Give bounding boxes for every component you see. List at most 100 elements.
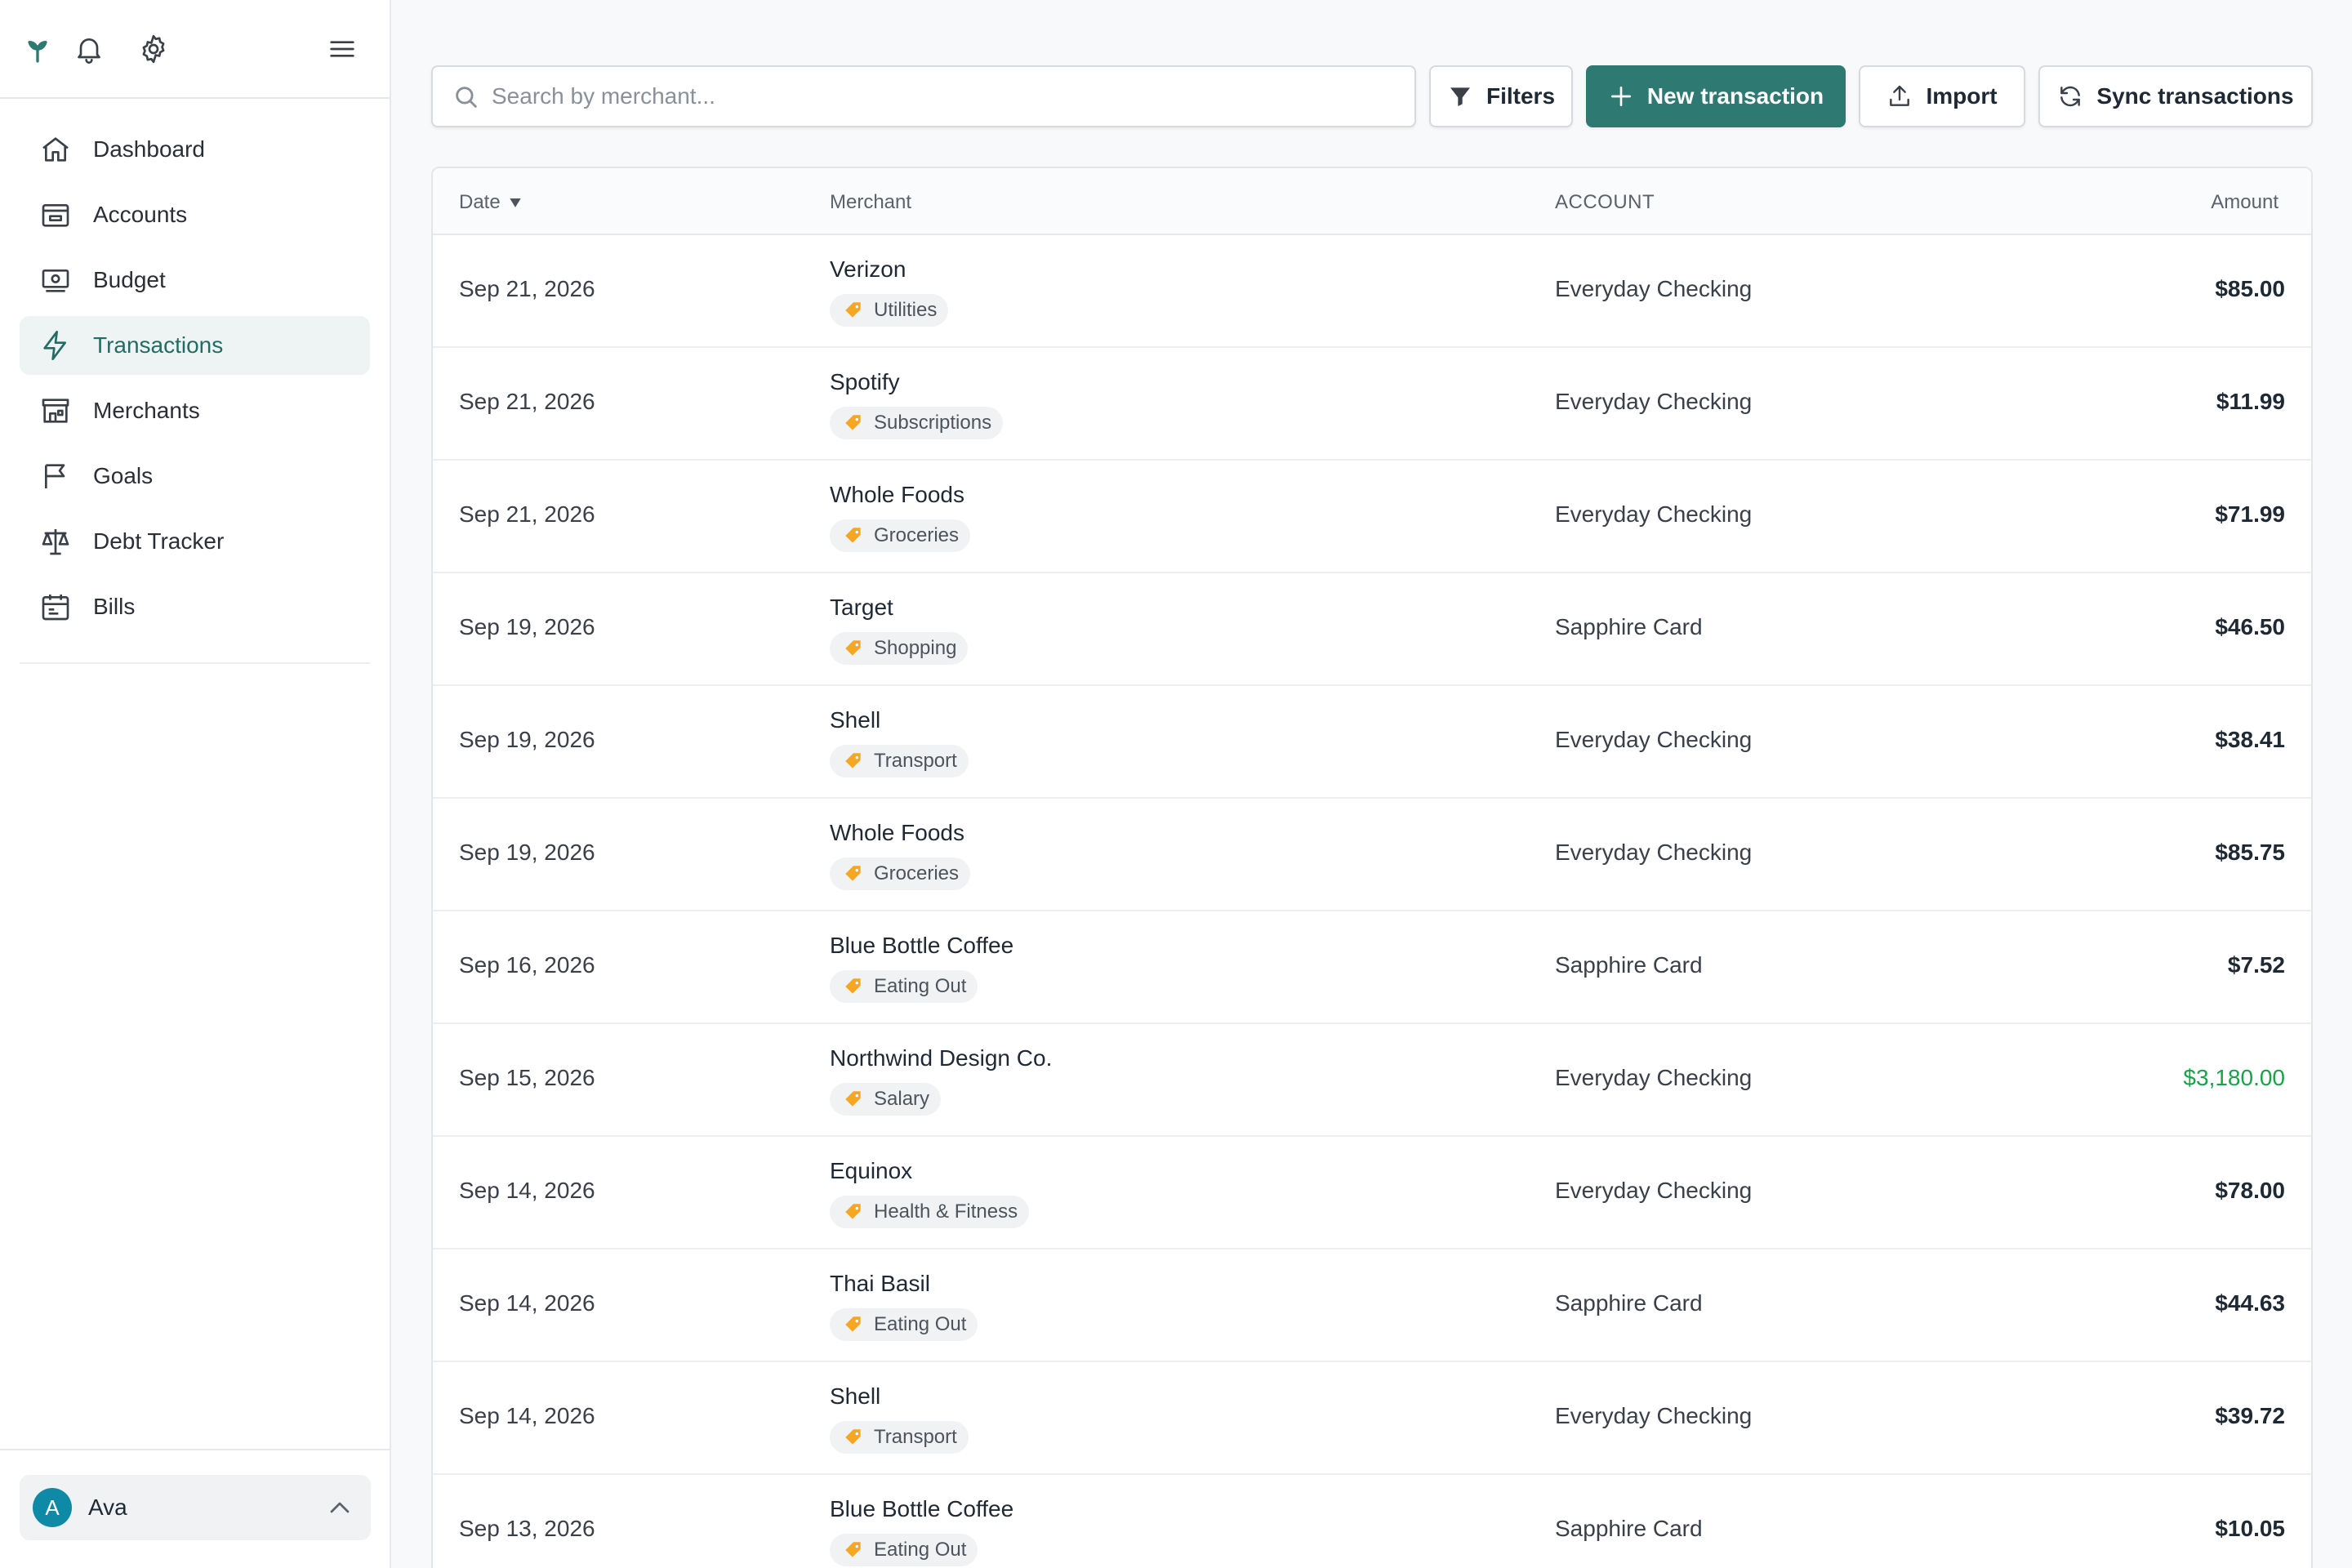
table-row[interactable]: Sep 14, 2026 Equinox Health & Fitness Every… bbox=[433, 1137, 2311, 1250]
category-tag[interactable]: Utilities bbox=[830, 294, 949, 327]
merchant-name[interactable]: Thai Basil bbox=[830, 1271, 978, 1300]
category-label: Shopping bbox=[874, 637, 957, 659]
merchant-name[interactable]: Verizon bbox=[830, 256, 948, 286]
category-tag[interactable]: Shopping bbox=[830, 632, 969, 665]
merchant-name[interactable]: Target bbox=[830, 595, 968, 624]
filters-button[interactable]: Filters bbox=[1429, 65, 1573, 127]
table-row[interactable]: Sep 19, 2026 Shell Transport Everyday Check… bbox=[433, 686, 2311, 799]
banknote-icon bbox=[42, 270, 69, 292]
account-name: Everyday Checking bbox=[1555, 1065, 1753, 1090]
transaction-amount: $44.63 bbox=[2215, 1290, 2285, 1316]
account-name: Everyday Checking bbox=[1555, 1403, 1753, 1428]
sidebar-header bbox=[0, 0, 390, 99]
merchant-name[interactable]: Northwind Design Co. bbox=[830, 1045, 1052, 1075]
table-row[interactable]: Sep 16, 2026 Blue Bottle Coffee Eating Out… bbox=[433, 911, 2311, 1024]
sidebar-item-dashboard[interactable]: Dashboard bbox=[20, 120, 370, 179]
search-icon bbox=[456, 87, 477, 108]
table-row[interactable]: Sep 21, 2026 Verizon Utilities Everyday Che… bbox=[433, 235, 2311, 348]
merchant-cell: Verizon Utilities bbox=[830, 256, 949, 327]
sync-transactions-button[interactable]: Sync transactions bbox=[2038, 65, 2313, 127]
tag-icon bbox=[845, 640, 861, 656]
account-name: Everyday Checking bbox=[1555, 727, 1753, 752]
column-header-date[interactable]: Date bbox=[459, 191, 523, 214]
tag-icon bbox=[845, 415, 861, 430]
table-row[interactable]: Sep 14, 2026 Shell Transport Everyday Check… bbox=[433, 1362, 2311, 1475]
import-button[interactable]: Import bbox=[1859, 65, 2025, 127]
category-tag[interactable]: Transport bbox=[830, 1421, 969, 1454]
merchant-name[interactable]: Blue Bottle Coffee bbox=[830, 1496, 1013, 1526]
flag-icon bbox=[45, 464, 65, 488]
sidebar-item-label: Dashboard bbox=[93, 136, 205, 162]
plus-icon bbox=[1610, 87, 1631, 106]
chevron-up-icon[interactable] bbox=[323, 1491, 356, 1524]
merchant-name[interactable]: Shell bbox=[830, 1383, 969, 1413]
sidebar-item-debt-tracker[interactable]: Debt Tracker bbox=[20, 512, 370, 571]
table-row[interactable]: Sep 15, 2026 Northwind Design Co. Salary Ev… bbox=[433, 1024, 2311, 1137]
sidebar-item-transactions[interactable]: Transactions bbox=[20, 316, 370, 375]
table-row[interactable]: Sep 19, 2026 Target Shopping Sapphire Card $… bbox=[433, 573, 2311, 686]
transaction-amount: $38.41 bbox=[2215, 727, 2285, 752]
user-name: Ava bbox=[88, 1494, 127, 1520]
table-row[interactable]: Sep 13, 2026 Blue Bottle Coffee Eating Out… bbox=[433, 1475, 2311, 1568]
transaction-amount: $85.75 bbox=[2215, 840, 2285, 865]
refresh-icon bbox=[2060, 86, 2081, 107]
column-header-merchant[interactable]: Merchant bbox=[830, 191, 911, 214]
transaction-date: Sep 19, 2026 bbox=[459, 840, 595, 865]
table-row[interactable]: Sep 21, 2026 Spotify Subscriptions Everyday… bbox=[433, 348, 2311, 461]
sidebar-item-label: Accounts bbox=[93, 202, 188, 227]
sidebar-item-bills[interactable]: Bills bbox=[20, 577, 370, 636]
tag-icon bbox=[845, 866, 861, 881]
category-tag[interactable]: Eating Out bbox=[830, 1308, 978, 1341]
merchant-cell: Thai Basil Eating Out bbox=[830, 1271, 978, 1341]
transaction-date: Sep 21, 2026 bbox=[459, 389, 595, 414]
tag-icon bbox=[845, 528, 861, 543]
bell-icon[interactable] bbox=[73, 33, 105, 65]
merchant-name[interactable]: Shell bbox=[830, 707, 969, 737]
merchant-name[interactable]: Equinox bbox=[830, 1158, 1029, 1187]
category-tag[interactable]: Transport bbox=[830, 745, 969, 777]
merchant-name[interactable]: Spotify bbox=[830, 369, 1003, 399]
sidebar-item-accounts[interactable]: Accounts bbox=[20, 185, 370, 244]
transaction-amount: $10.05 bbox=[2215, 1516, 2285, 1541]
column-header-amount[interactable]: Amount bbox=[2211, 191, 2278, 214]
table-row[interactable]: Sep 19, 2026 Whole Foods Groceries Everyday… bbox=[433, 799, 2311, 911]
search-input[interactable] bbox=[492, 78, 1390, 114]
category-tag[interactable]: Groceries bbox=[830, 858, 971, 890]
sort-desc-icon bbox=[510, 198, 521, 207]
category-tag[interactable]: Eating Out bbox=[830, 1534, 978, 1566]
category-tag[interactable]: Subscriptions bbox=[830, 407, 1004, 439]
merchant-name[interactable]: Blue Bottle Coffee bbox=[830, 933, 1013, 962]
sidebar-item-label: Bills bbox=[93, 594, 136, 619]
sidebar-item-goals[interactable]: Goals bbox=[20, 447, 370, 506]
category-label: Health & Fitness bbox=[874, 1200, 1018, 1223]
category-tag[interactable]: Eating Out bbox=[830, 970, 978, 1003]
merchant-name[interactable]: Whole Foods bbox=[830, 820, 970, 849]
gear-icon[interactable] bbox=[137, 33, 170, 65]
category-tag[interactable]: Salary bbox=[830, 1083, 942, 1116]
account-name: Everyday Checking bbox=[1555, 276, 1753, 301]
table-row[interactable]: Sep 14, 2026 Thai Basil Eating Out Sapphire… bbox=[433, 1250, 2311, 1362]
transaction-date: Sep 14, 2026 bbox=[459, 1290, 595, 1316]
sidebar-item-merchants[interactable]: Merchants bbox=[20, 381, 370, 440]
column-header-date-label: Date bbox=[459, 191, 501, 213]
transaction-amount: $78.00 bbox=[2215, 1178, 2285, 1203]
store-icon bbox=[42, 399, 69, 423]
transaction-amount: $71.99 bbox=[2215, 501, 2285, 527]
column-header-account[interactable]: ACCOUNT bbox=[1555, 191, 1655, 214]
sprout-logo-icon[interactable] bbox=[21, 33, 54, 65]
merchant-name[interactable]: Whole Foods bbox=[830, 482, 970, 511]
category-label: Transport bbox=[874, 750, 957, 772]
transaction-date: Sep 19, 2026 bbox=[459, 727, 595, 752]
sidebar-item-label: Transactions bbox=[93, 332, 224, 358]
category-label: Transport bbox=[874, 1426, 957, 1448]
transaction-date: Sep 21, 2026 bbox=[459, 276, 595, 301]
new-transaction-button[interactable]: New transaction bbox=[1586, 65, 1846, 127]
category-tag[interactable]: Health & Fitness bbox=[830, 1196, 1030, 1228]
user-menu[interactable]: A Ava bbox=[20, 1475, 371, 1540]
sidebar-item-budget[interactable]: Budget bbox=[20, 251, 370, 310]
menu-icon[interactable] bbox=[326, 33, 359, 65]
table-row[interactable]: Sep 21, 2026 Whole Foods Groceries Everyday… bbox=[433, 461, 2311, 573]
wallet-icon bbox=[42, 203, 69, 227]
category-tag[interactable]: Groceries bbox=[830, 519, 971, 552]
filter-icon bbox=[1450, 87, 1470, 106]
